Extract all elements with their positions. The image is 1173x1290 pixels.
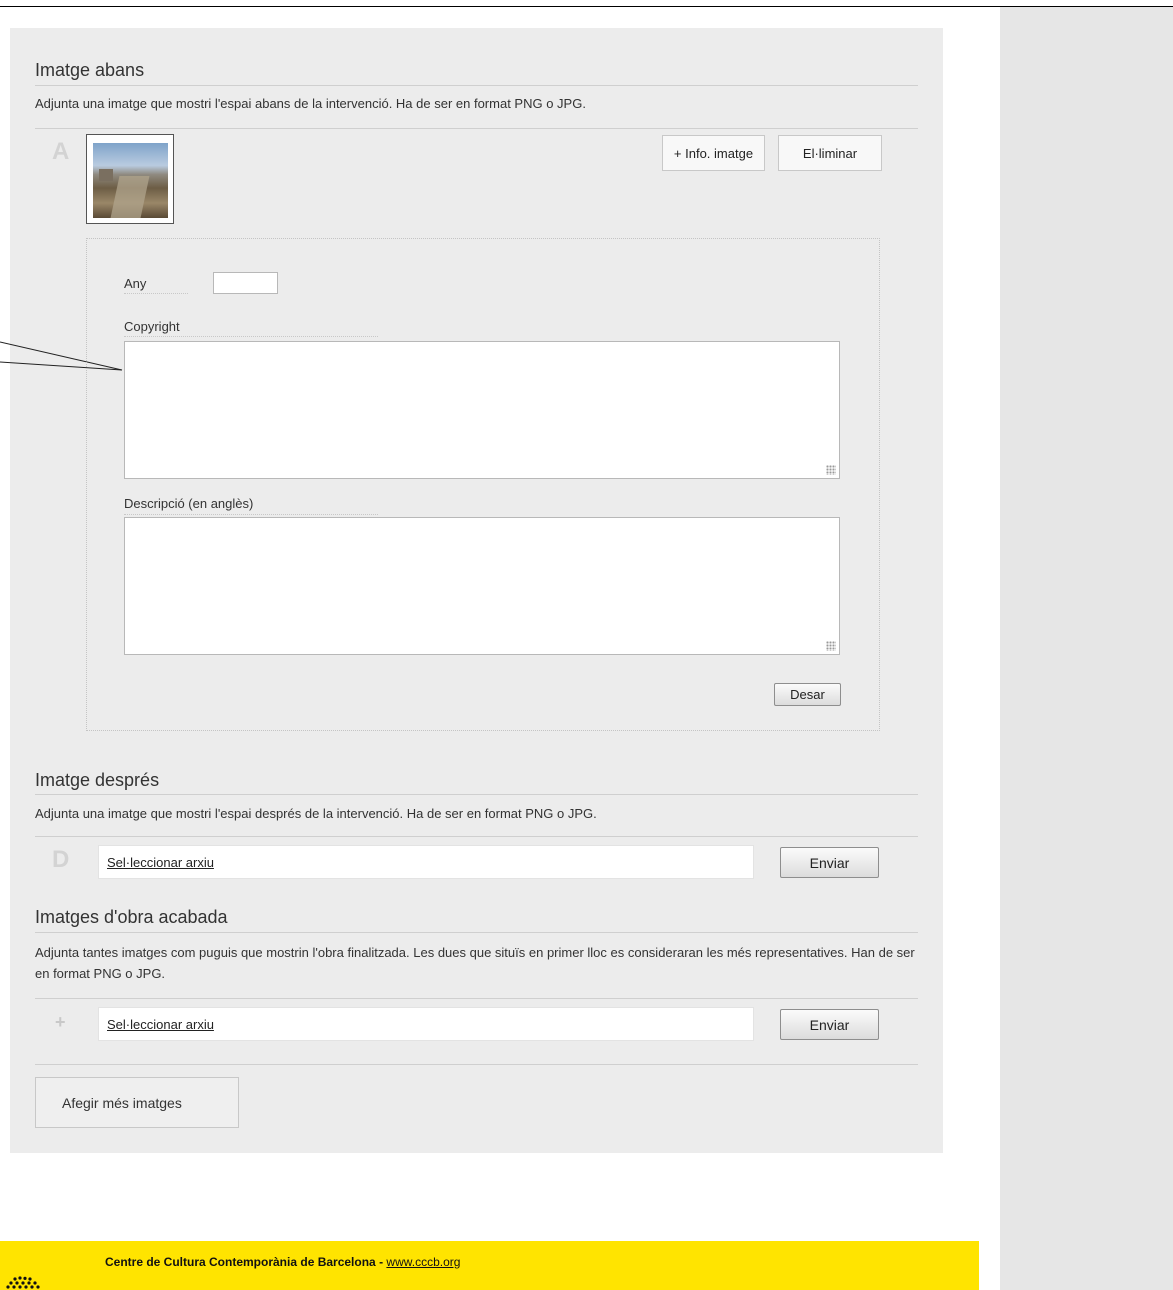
resize-grip-icon[interactable] [826, 465, 836, 475]
footer-separator: - [375, 1255, 387, 1269]
description-textarea[interactable] [124, 517, 840, 655]
description-label: Descripció (en anglès) [124, 496, 254, 511]
section-after-title: Imatge després [35, 770, 160, 790]
plus-icon: + [55, 1012, 66, 1032]
after-send-button[interactable]: Enviar [780, 847, 879, 878]
year-input[interactable] [213, 272, 278, 294]
save-button[interactable]: Desar [774, 683, 841, 706]
year-label: Any [124, 276, 147, 291]
copyright-textarea[interactable] [124, 341, 840, 479]
section-after-description: Adjunta una imatge que mostri l'espai de… [35, 806, 597, 821]
after-file-label[interactable]: Sel·leccionar arxiu [107, 855, 214, 870]
delete-image-button[interactable]: El·liminar [778, 135, 882, 171]
section-after-letter: D [52, 846, 70, 873]
year-label-underline [124, 293, 188, 295]
copyright-label-underline [124, 336, 378, 338]
finished-file-label[interactable]: Sel·leccionar arxiu [107, 1017, 214, 1032]
section-before-rule [35, 85, 918, 86]
section-before-rule-2 [35, 128, 918, 129]
top-border [0, 6, 1173, 7]
section-before-description: Adjunta una imatge que mostri l'espai ab… [35, 96, 586, 111]
footer-org-name: Centre de Cultura Contemporània de Barce… [105, 1255, 376, 1269]
finished-send-button[interactable]: Enviar [780, 1009, 879, 1040]
before-image-photo [93, 143, 168, 218]
section-finished-rule-2 [35, 998, 918, 999]
footer-text: Centre de Cultura Contemporània de Barce… [105, 1255, 460, 1269]
finished-file-input[interactable]: Sel·leccionar arxiu [98, 1007, 754, 1041]
footer-link[interactable]: www.cccb.org [386, 1255, 460, 1269]
footer: Centre de Cultura Contemporània de Barce… [0, 1241, 979, 1290]
section-after-rule [35, 794, 918, 795]
copyright-label: Copyright [124, 319, 180, 334]
before-image-thumbnail[interactable] [86, 134, 174, 224]
section-finished-title: Imatges d'obra acabada [35, 907, 228, 927]
resize-grip-icon[interactable] [826, 641, 836, 651]
description-label-underline [124, 514, 378, 516]
section-after-rule-2 [35, 836, 918, 837]
after-file-input[interactable]: Sel·leccionar arxiu [98, 845, 754, 879]
right-sidebar [1000, 7, 1173, 1290]
section-before-title: Imatge abans [35, 60, 145, 80]
section-finished-rule-3 [35, 1064, 918, 1065]
image-info-form [86, 238, 880, 731]
section-finished-rule [35, 932, 918, 933]
cccb-logo-icon [6, 1276, 40, 1289]
image-info-button[interactable]: + Info. imatge [662, 135, 765, 171]
section-before-letter: A [52, 138, 70, 165]
add-more-images-button[interactable]: Afegir més imatges [35, 1077, 239, 1128]
section-finished-description: Adjunta tantes imatges com puguis que mo… [35, 945, 915, 981]
